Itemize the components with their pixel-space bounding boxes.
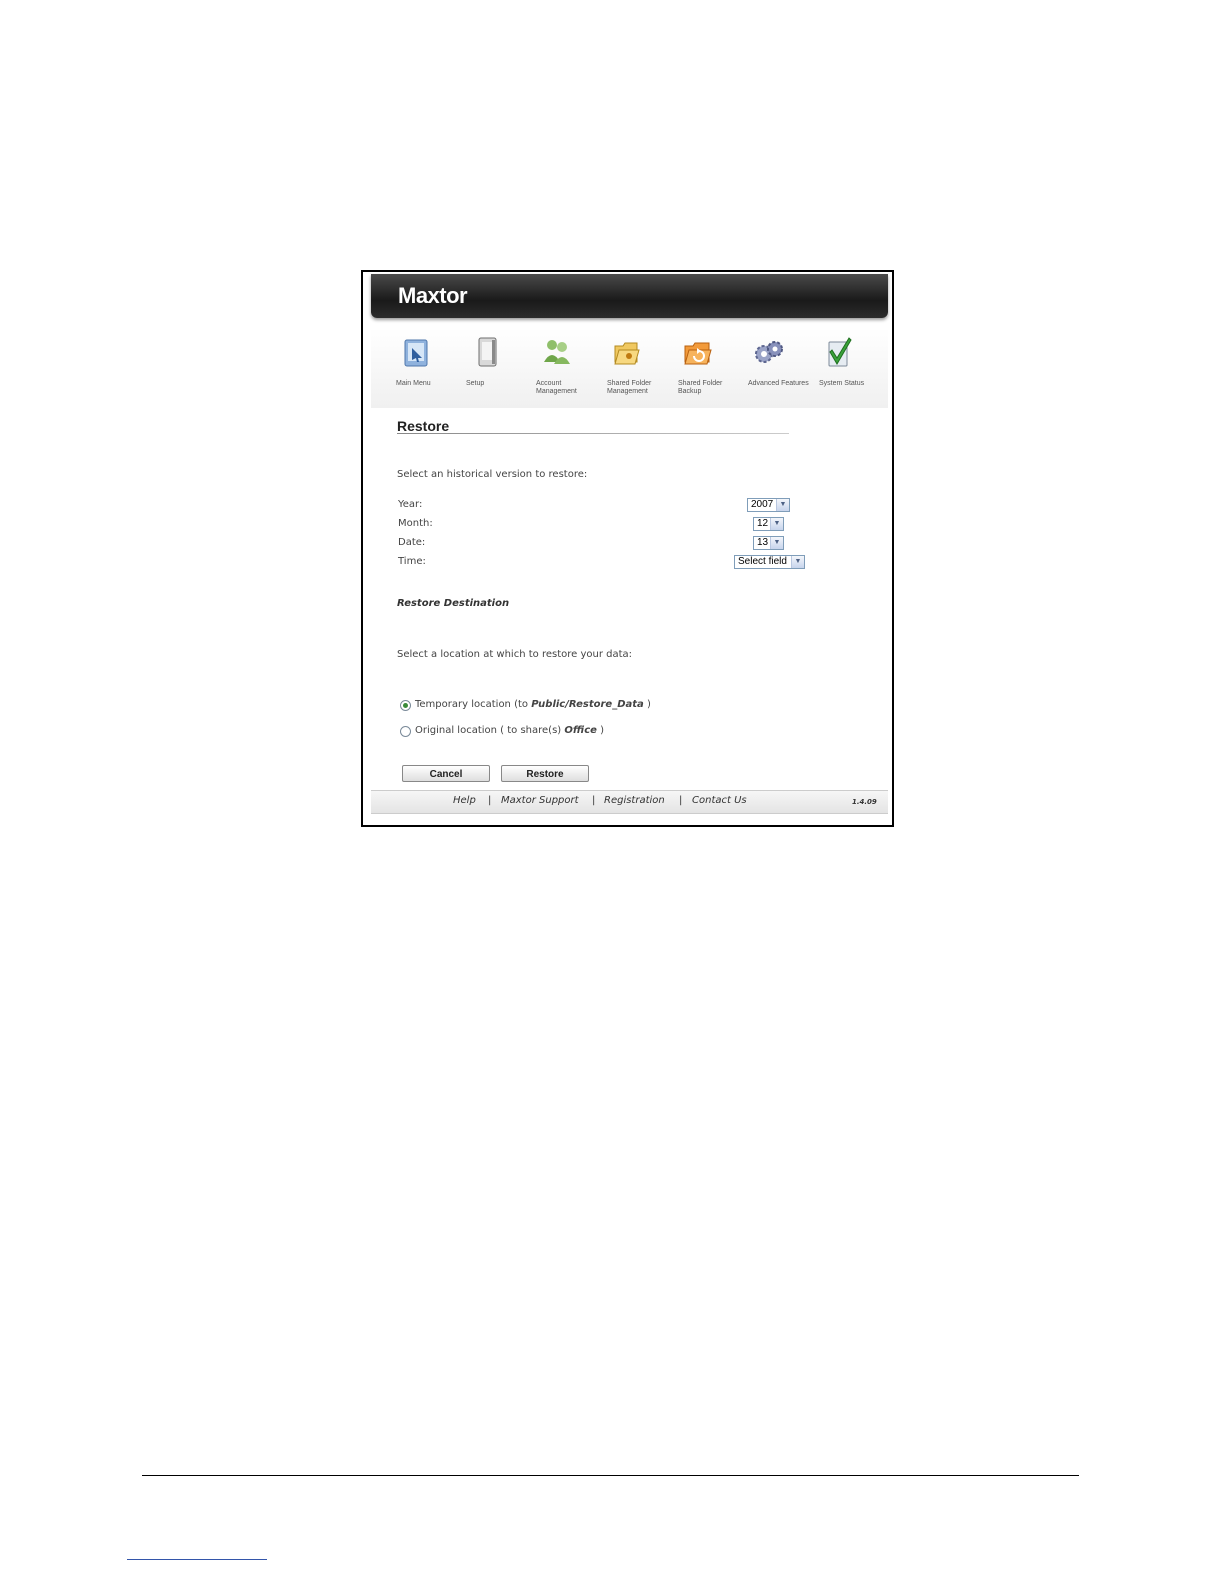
nav-label: System Status xyxy=(819,380,865,387)
footer-separator: | xyxy=(592,795,596,806)
nav-label: Shared Folder Backup xyxy=(678,380,723,395)
restore-button[interactable]: Restore xyxy=(501,765,589,782)
app-header: Maxtor xyxy=(371,274,888,318)
nav-label: Shared Folder Management xyxy=(607,380,652,395)
temporary-location-label[interactable]: Temporary location (to Public/Restore_Da… xyxy=(415,699,651,710)
nav-item-shared-folder-management[interactable]: Shared Folder Management xyxy=(607,328,673,408)
footer-link-maxtor-support[interactable]: Maxtor Support xyxy=(501,795,579,806)
year-value: 2007 xyxy=(751,499,774,510)
nav-item-shared-folder-backup[interactable]: Shared Folder Backup xyxy=(678,328,744,408)
version-instruction: Select an historical version to restore: xyxy=(397,469,588,480)
nav-item-advanced-features[interactable]: Advanced Features xyxy=(748,328,814,408)
cancel-button[interactable]: Cancel xyxy=(402,765,490,782)
radio-original-location[interactable] xyxy=(400,726,411,737)
footer-link-registration[interactable]: Registration xyxy=(604,795,665,806)
radio-temporary-location[interactable] xyxy=(400,700,411,711)
month-label: Month: xyxy=(398,518,433,529)
nav-item-setup[interactable]: Setup xyxy=(466,328,532,408)
nav-item-main-menu[interactable]: Main Menu xyxy=(396,328,462,408)
chevron-down-icon[interactable]: ▼ xyxy=(770,518,783,530)
time-label: Time: xyxy=(398,556,426,567)
year-label: Year: xyxy=(398,499,423,510)
page-link-underline xyxy=(127,1559,267,1560)
month-value: 12 xyxy=(757,518,769,529)
year-select[interactable]: 2007 ▼ xyxy=(747,498,790,512)
date-label: Date: xyxy=(398,537,426,548)
restore-destination-heading: Restore Destination xyxy=(397,598,510,609)
main-menu-icon xyxy=(404,339,428,367)
date-select[interactable]: 13 ▼ xyxy=(753,536,784,550)
date-value: 13 xyxy=(757,537,769,548)
setup-icon xyxy=(478,337,497,367)
system-status-icon xyxy=(828,337,852,367)
time-value: Select field xyxy=(738,556,787,567)
page-divider xyxy=(142,1475,1079,1476)
footer-link-contact-us[interactable]: Contact Us xyxy=(692,795,747,806)
footer-separator: | xyxy=(679,795,683,806)
nav-label: Account Management xyxy=(536,380,577,395)
shared-folder-backup-icon xyxy=(684,342,712,365)
advanced-features-icon xyxy=(755,341,783,363)
footer-link-help[interactable]: Help xyxy=(453,795,476,806)
maxtor-logo: Maxtor xyxy=(398,283,468,308)
account-management-icon xyxy=(544,340,570,364)
footer-bar: Help | Maxtor Support | Registration | C… xyxy=(371,790,888,814)
page-title: Restore xyxy=(397,418,450,434)
nav-label: Setup xyxy=(466,380,485,387)
time-select[interactable]: Select field ▼ xyxy=(734,555,805,569)
footer-separator: | xyxy=(488,795,492,806)
chevron-down-icon[interactable]: ▼ xyxy=(776,499,789,511)
nav-label: Advanced Features xyxy=(748,380,809,387)
shared-folder-management-icon xyxy=(614,342,640,365)
destination-instruction: Select a location at which to restore yo… xyxy=(397,649,633,660)
nav-item-account-management[interactable]: Account Management xyxy=(536,328,602,408)
nav-label: Main Menu xyxy=(396,380,431,387)
title-divider xyxy=(397,433,789,434)
nav-item-system-status[interactable]: System Status xyxy=(819,328,885,408)
original-location-label[interactable]: Original location ( to share(s) Office ) xyxy=(415,725,604,736)
maxtor-admin-window: Maxtor Main Menu Setup Account Managemen… xyxy=(361,270,894,827)
main-nav: Main Menu Setup Account Management Share… xyxy=(371,328,888,408)
version-number: 1.4.09 xyxy=(852,798,877,806)
month-select[interactable]: 12 ▼ xyxy=(753,517,784,531)
chevron-down-icon[interactable]: ▼ xyxy=(770,537,783,549)
chevron-down-icon[interactable]: ▼ xyxy=(791,556,804,568)
